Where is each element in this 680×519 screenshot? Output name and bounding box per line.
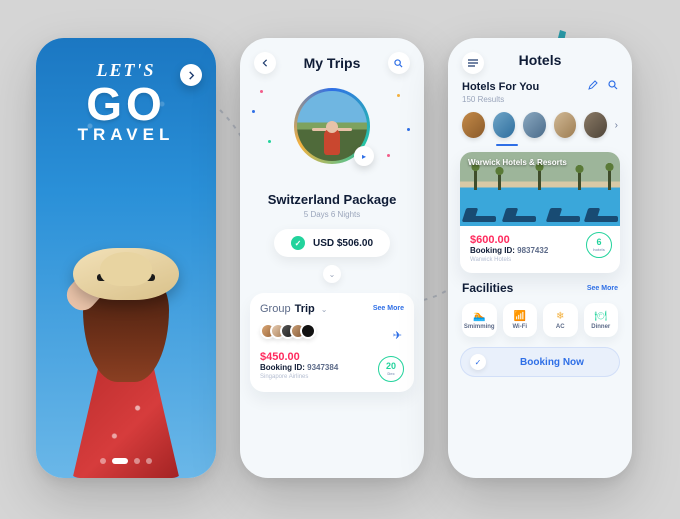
screen-title: My Trips	[304, 55, 361, 71]
booking-id-label: Booking ID:	[260, 363, 305, 372]
chevron-down-icon: ⌄	[321, 305, 328, 314]
airplane-icon: ✈	[393, 329, 402, 342]
traveler-illustration	[36, 205, 216, 478]
hero-background: LET'S GO TRAVEL	[36, 38, 216, 478]
booking-id-value: 9347384	[307, 363, 338, 372]
search-button[interactable]	[388, 52, 410, 74]
category-thumb[interactable]	[523, 112, 546, 138]
category-thumb[interactable]	[584, 112, 607, 138]
card-label-bold: Trip	[295, 303, 315, 315]
search-button[interactable]	[608, 80, 618, 93]
onboarding-screen: LET'S GO TRAVEL	[36, 38, 216, 478]
booking-label: Booking Now	[494, 357, 610, 368]
hotel-image: Warwick Hotels & Resorts	[460, 152, 620, 226]
facility-label: Wi-Fi	[512, 324, 527, 330]
facility-label: Dinner	[591, 324, 610, 330]
check-icon: ✓	[470, 354, 486, 370]
hotel-overlay-name: Warwick Hotels & Resorts	[468, 158, 567, 167]
forward-button[interactable]	[180, 64, 202, 86]
search-icon	[608, 80, 618, 90]
category-thumb[interactable]	[554, 112, 577, 138]
price-pill[interactable]: ✓ USD $506.00	[274, 229, 390, 257]
page-indicator[interactable]	[100, 458, 152, 464]
screen-title: Hotels	[519, 52, 562, 68]
pencil-icon	[588, 80, 598, 90]
trip-photo[interactable]: ▸	[294, 88, 370, 164]
hotel-name: Warwick Hotels	[470, 257, 610, 263]
see-more-link[interactable]: See More	[587, 285, 618, 292]
facility-icon: 🏊	[473, 311, 485, 322]
facility-label: Smimming	[464, 324, 495, 330]
package-duration: 5 Days 6 Nights	[240, 210, 424, 219]
group-trip-card[interactable]: Group Trip ⌄ See More ✈ $450.00 Booking …	[250, 293, 414, 392]
facility-label: AC	[556, 324, 565, 330]
package-name: Switzerland Package	[240, 192, 424, 207]
booking-id-value: 9837432	[517, 246, 548, 255]
date-badge: 20Dec	[378, 356, 404, 382]
card-label: Group	[260, 303, 291, 315]
search-icon	[394, 59, 403, 68]
facility-dinner[interactable]: 🍽 Dinner	[584, 303, 619, 337]
category-thumb[interactable]	[462, 112, 485, 138]
check-icon: ✓	[291, 236, 305, 250]
back-button[interactable]	[254, 52, 276, 74]
count-badge: 6hotels	[586, 232, 612, 258]
see-more-link[interactable]: See More	[373, 305, 404, 312]
chevron-left-icon	[261, 59, 269, 67]
booking-id-label: Booking ID:	[470, 246, 515, 255]
expand-button[interactable]: ⌄	[323, 265, 341, 283]
hotels-screen: Hotels Hotels For You 150 Results ›	[448, 38, 632, 478]
facility-ac[interactable]: ❄ AC	[543, 303, 578, 337]
group-avatars[interactable]	[260, 323, 404, 339]
results-count: 150 Results	[448, 93, 632, 104]
facility-smimming[interactable]: 🏊 Smimming	[462, 303, 497, 337]
section-title: Hotels For You	[462, 81, 539, 93]
active-tab-indicator	[496, 144, 518, 146]
my-trips-screen: My Trips ▸ Switzerland Package 5 Da	[240, 38, 424, 478]
category-thumb[interactable]	[493, 112, 516, 138]
edit-button[interactable]	[588, 80, 598, 93]
facilities-title: Facilities	[462, 281, 513, 295]
price-value: USD $506.00	[313, 238, 373, 249]
hotel-card[interactable]: Warwick Hotels & Resorts $600.00 Booking…	[460, 152, 620, 273]
more-categories[interactable]: ›	[615, 120, 618, 131]
facility-icon: ❄	[556, 311, 564, 322]
menu-button[interactable]	[462, 52, 484, 74]
facility-icon: 📶	[514, 311, 526, 322]
play-button[interactable]: ▸	[354, 146, 374, 166]
chevron-right-icon	[187, 71, 196, 80]
menu-icon	[468, 59, 478, 67]
category-thumbnails: ›	[448, 104, 632, 144]
hero-line3: TRAVEL	[36, 125, 216, 145]
facility-icon: 🍽	[594, 311, 607, 322]
facility-wi-fi[interactable]: 📶 Wi-Fi	[503, 303, 538, 337]
booking-button[interactable]: ✓ Booking Now	[460, 347, 620, 377]
